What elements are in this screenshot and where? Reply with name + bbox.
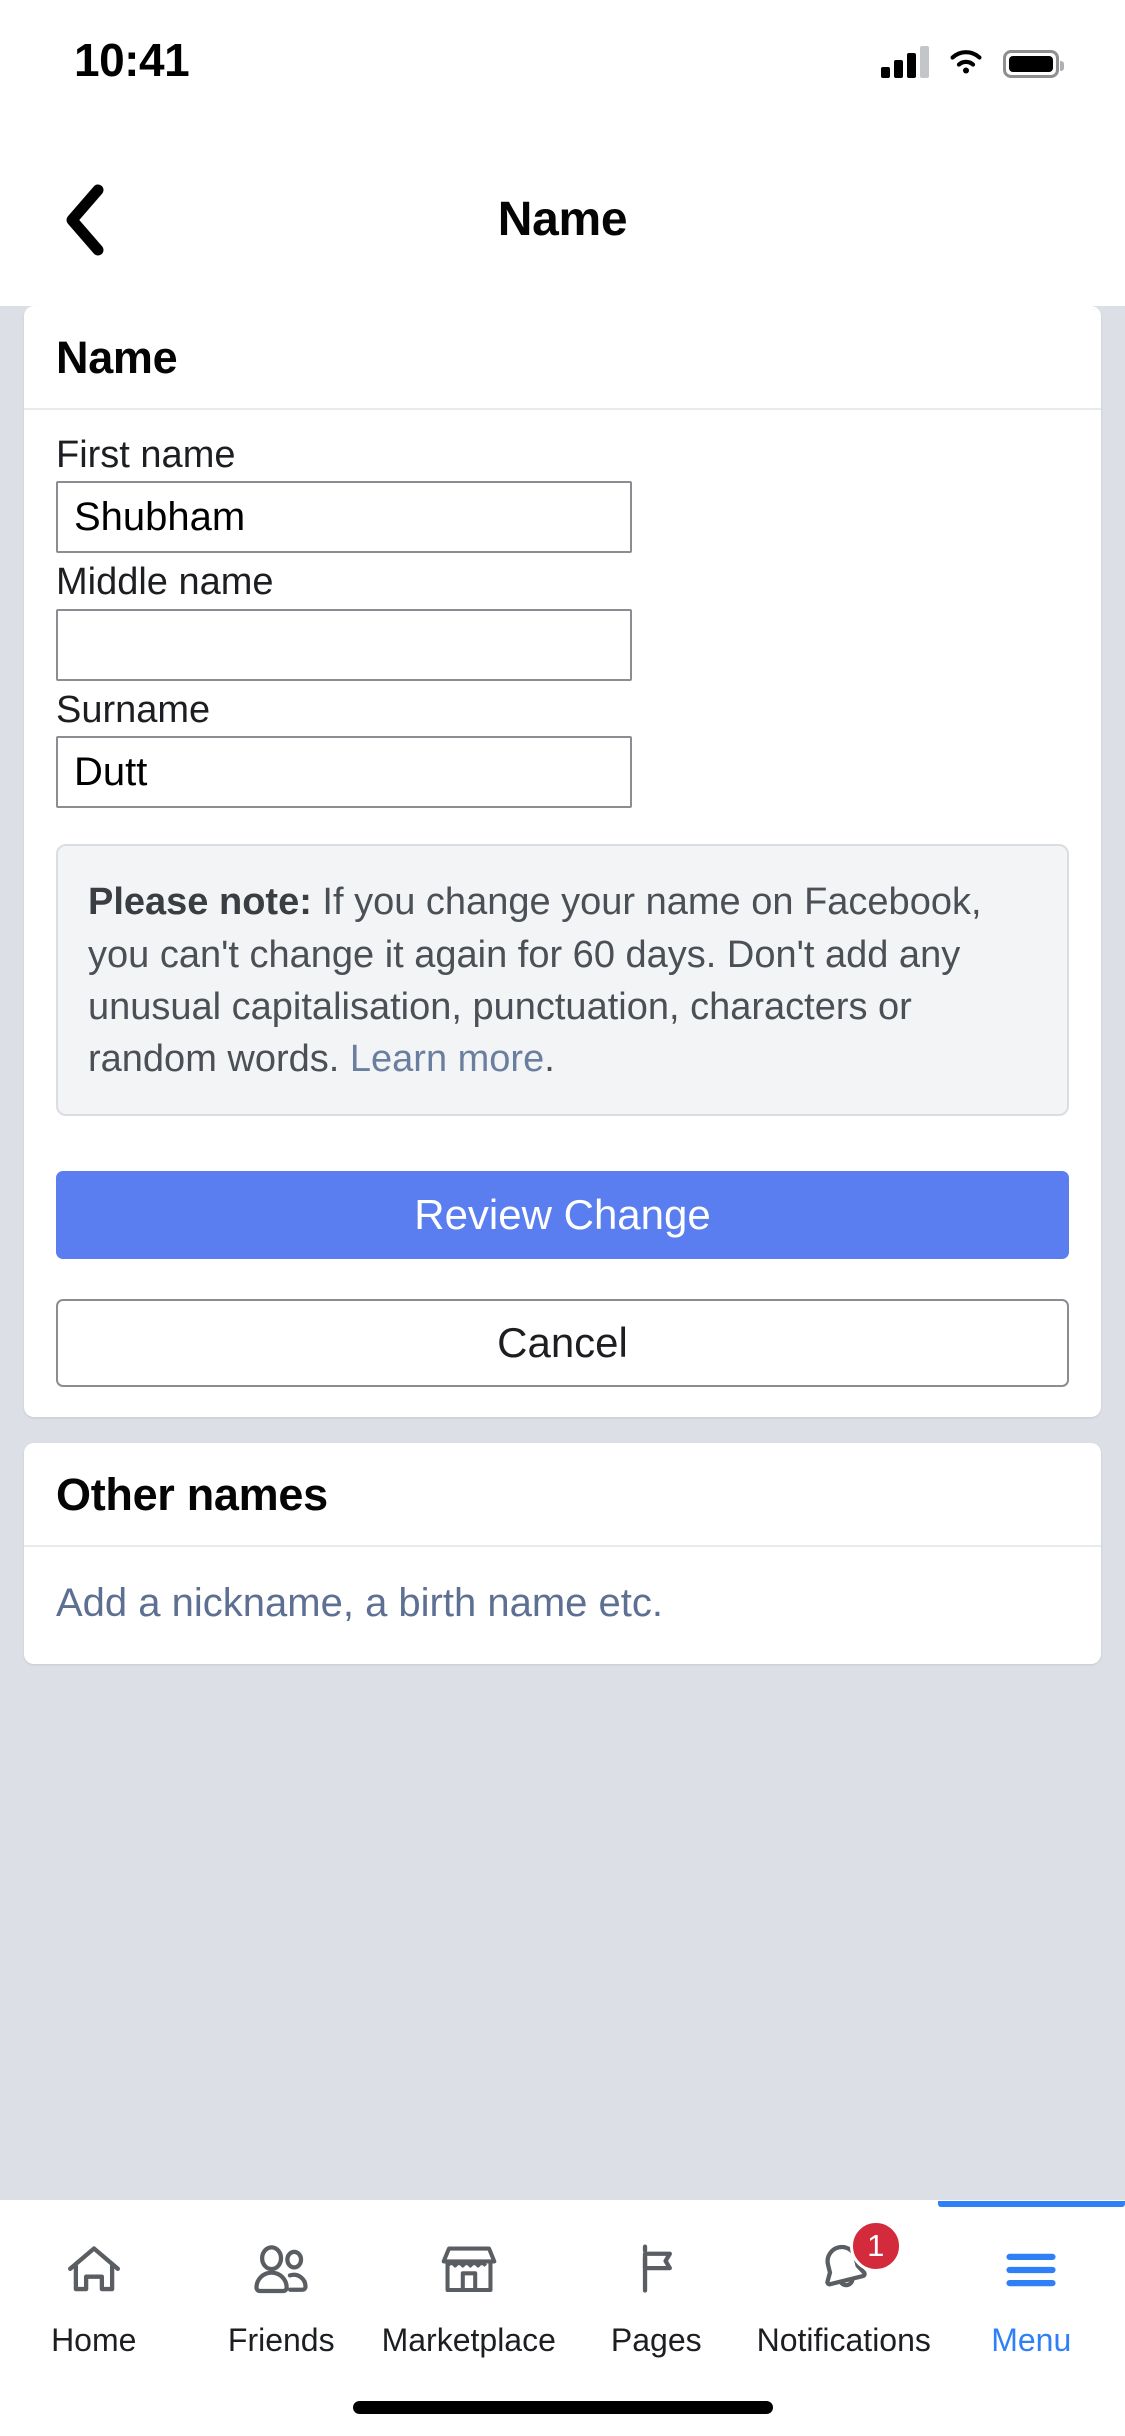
learn-more-link[interactable]: Learn more <box>350 1038 544 1080</box>
battery-icon <box>1003 50 1064 78</box>
status-bar-icons <box>881 44 1064 78</box>
card-spacer <box>0 1417 1125 1443</box>
wifi-icon <box>950 50 982 74</box>
other-names-title: Other names <box>56 1468 328 1520</box>
app-screen: 10:41 Name Name First name Shubham Middl… <box>0 0 1125 2436</box>
bottom-tab-bar: Home Friends Marketplace Pages 1 Notific… <box>0 2200 1125 2436</box>
note-lead: Please note: <box>88 881 312 924</box>
tab-marketplace-label: Marketplace <box>381 2322 556 2358</box>
tab-friends[interactable]: Friends <box>188 2200 376 2436</box>
name-policy-note: Please note: If you change your name on … <box>56 844 1069 1116</box>
other-names-header: Other names <box>24 1443 1101 1547</box>
other-names-card: Other names Add a nickname, a birth name… <box>24 1442 1101 1664</box>
middle-name-label: Middle name <box>56 561 274 604</box>
status-bar: 10:41 <box>0 0 1125 132</box>
settings-content: Name First name Shubham Middle name Surn… <box>0 306 1125 2200</box>
surname-input[interactable]: Dutt <box>56 736 632 809</box>
back-chevron-icon <box>66 184 104 256</box>
note-end: . <box>544 1038 555 1081</box>
navigation-header: Name <box>0 132 1125 306</box>
cellular-signal-icon <box>881 44 929 78</box>
middle-name-input[interactable] <box>56 608 632 681</box>
friends-icon <box>248 2234 314 2306</box>
tab-home-label: Home <box>51 2322 137 2358</box>
page-title: Name <box>497 192 628 246</box>
first-name-label: First name <box>56 434 236 476</box>
notifications-badge: 1 <box>849 2220 902 2272</box>
add-nickname-link[interactable]: Add a nickname, a birth name etc. <box>24 1547 1101 1664</box>
tab-pages-label: Pages <box>610 2322 702 2358</box>
name-card-title: Name <box>56 332 178 383</box>
pages-flag-icon <box>627 2234 685 2306</box>
tab-notifications-label: Notifications <box>756 2322 931 2358</box>
tab-friends-label: Friends <box>227 2322 335 2358</box>
home-icon <box>63 2234 125 2306</box>
first-name-input[interactable]: Shubham <box>56 481 632 554</box>
name-card-header: Name <box>24 306 1101 410</box>
hamburger-menu-icon <box>1000 2234 1062 2306</box>
review-change-button[interactable]: Review Change <box>56 1170 1069 1259</box>
home-indicator <box>352 2401 773 2414</box>
tab-menu-label: Menu <box>991 2322 1072 2358</box>
bell-icon: 1 <box>812 2220 902 2306</box>
marketplace-icon <box>438 2234 500 2306</box>
tab-menu[interactable]: Menu <box>937 2200 1125 2436</box>
name-card: Name First name Shubham Middle name Surn… <box>24 306 1101 1417</box>
note-text: Please note: If you change your name on … <box>88 876 1037 1086</box>
active-tab-indicator <box>937 2201 1125 2207</box>
back-button[interactable] <box>36 172 132 268</box>
tab-notifications[interactable]: 1 Notifications <box>750 2200 938 2436</box>
tab-home[interactable]: Home <box>0 2200 188 2436</box>
cancel-button[interactable]: Cancel <box>56 1298 1069 1387</box>
name-card-body: First name Shubham Middle name Surname D… <box>24 410 1101 1417</box>
surname-label: Surname <box>56 688 211 731</box>
status-bar-time: 10:41 <box>74 34 190 86</box>
